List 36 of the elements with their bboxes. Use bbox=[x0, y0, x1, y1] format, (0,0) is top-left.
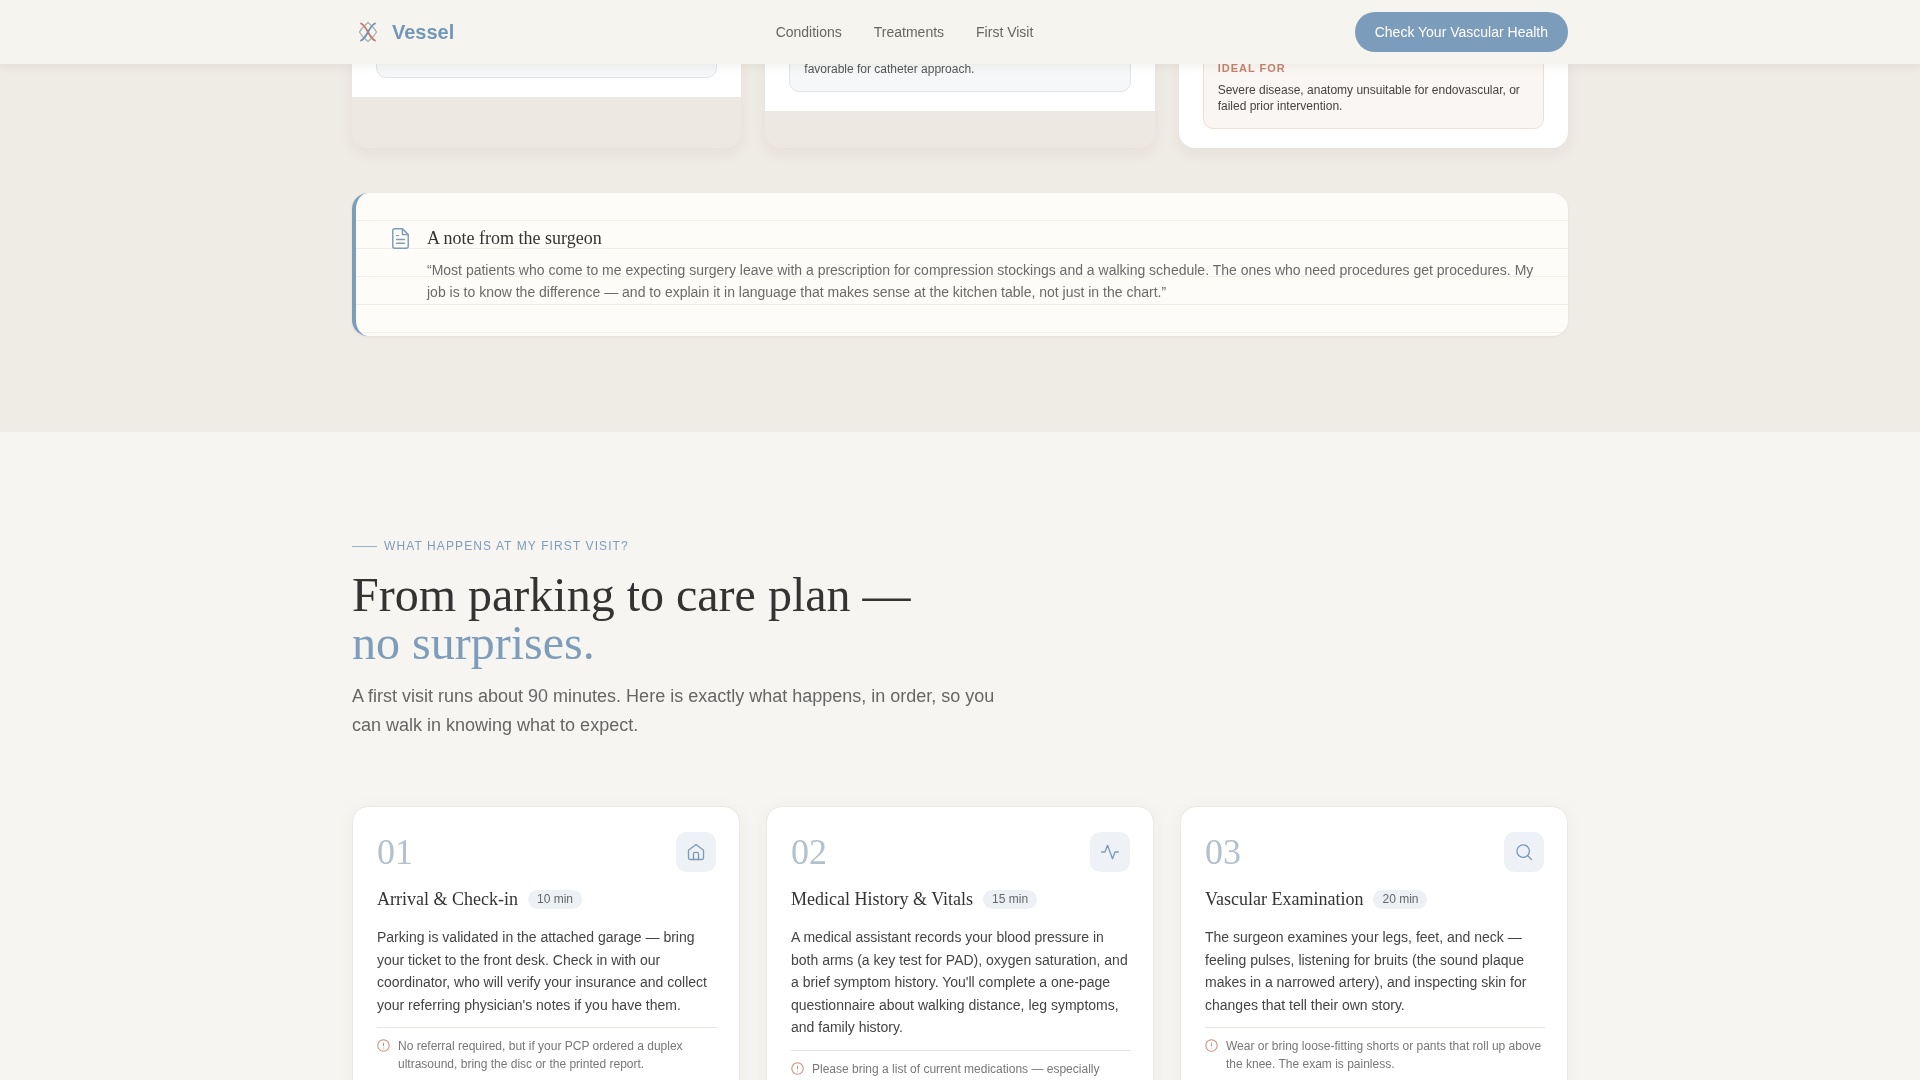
step-title: Vascular Examination bbox=[1205, 888, 1364, 911]
duration-tag: 15 min bbox=[983, 889, 1038, 909]
section-heading: From parking to care plan — no surprises. bbox=[352, 571, 912, 667]
step-description: Parking is validated in the attached garage — bring your ticket to the front desk. Check in with our coordinator, who will verify your insurance and collect your referring physician's notes if you have them. bbox=[377, 928, 708, 1015]
pulse-icon bbox=[1090, 832, 1130, 872]
nav-link[interactable]: Treatments bbox=[873, 23, 945, 41]
ideal-for-label: IDEAL FOR bbox=[1217, 61, 1287, 76]
cta-button[interactable]: Check Your Vascular Health bbox=[1354, 12, 1568, 52]
exclamation-circle-icon bbox=[377, 1039, 390, 1052]
step-number: 01 bbox=[377, 832, 413, 872]
quote-text: “Most patients who come to me expecting surgery leave with a prescription for compression stockings and a walking schedule. The ones who need procedures get procedures. My job is to know the difference — and to explain it in language that makes sense at the kitchen table, not just in the chart.” bbox=[427, 261, 1535, 302]
document-icon bbox=[392, 228, 409, 249]
step-number: 02 bbox=[791, 832, 827, 872]
step-note: No referral required, but if your PCP ordered a duplex ultrasound, bring the disc or the printed report. bbox=[398, 1038, 684, 1073]
info-text: Severe disease, anatomy unsuitable for endovascular, or failed prior intervention. bbox=[1217, 82, 1521, 114]
eyebrow-text: WHAT HAPPENS AT MY FIRST VISIT? bbox=[384, 538, 629, 554]
duration-tag: 10 min bbox=[527, 889, 582, 909]
brand-name[interactable]: Vessel bbox=[392, 20, 455, 44]
logo-icon bbox=[358, 21, 378, 43]
note-title: A note from the surgeon bbox=[427, 227, 603, 250]
house-icon bbox=[676, 832, 716, 872]
intro-text: A first visit runs about 90 minutes. Here is exactly what happens, in order, so you can walk in knowing what to expect. bbox=[352, 685, 996, 737]
search-icon bbox=[1504, 832, 1544, 872]
exclamation-circle-icon bbox=[791, 1061, 804, 1075]
step-description: A medical assistant records your blood pressure in both arms (a key test for PAD), oxygen saturation, and a brief symptom history. You'll complete a one-page questionnaire about walking distance, leg symptoms, and family history. bbox=[791, 928, 1129, 1037]
step-note: Wear or bring loose-fitting shorts or pants that roll up above the knee. The exam is painless. bbox=[1226, 1038, 1543, 1073]
exclamation-circle-icon bbox=[1205, 1039, 1218, 1052]
info-text: favorable for catheter approach. bbox=[804, 61, 976, 77]
step-number: 03 bbox=[1205, 832, 1241, 872]
step-note: Please bring a list of current medications — especially bbox=[812, 1060, 1100, 1078]
step-title: Arrival & Check-in bbox=[377, 888, 518, 911]
nav-link[interactable]: First Visit bbox=[976, 23, 1034, 41]
nav-link[interactable]: Conditions bbox=[775, 23, 842, 41]
step-description: The surgeon examines your legs, feet, and neck — feeling pulses, listening for bruits (the sound plaque makes in a narrowed artery), and inspecting skin for changes that tell their own story. bbox=[1205, 928, 1528, 1015]
step-title: Medical History & Vitals bbox=[791, 888, 974, 911]
duration-tag: 20 min bbox=[1373, 889, 1428, 909]
